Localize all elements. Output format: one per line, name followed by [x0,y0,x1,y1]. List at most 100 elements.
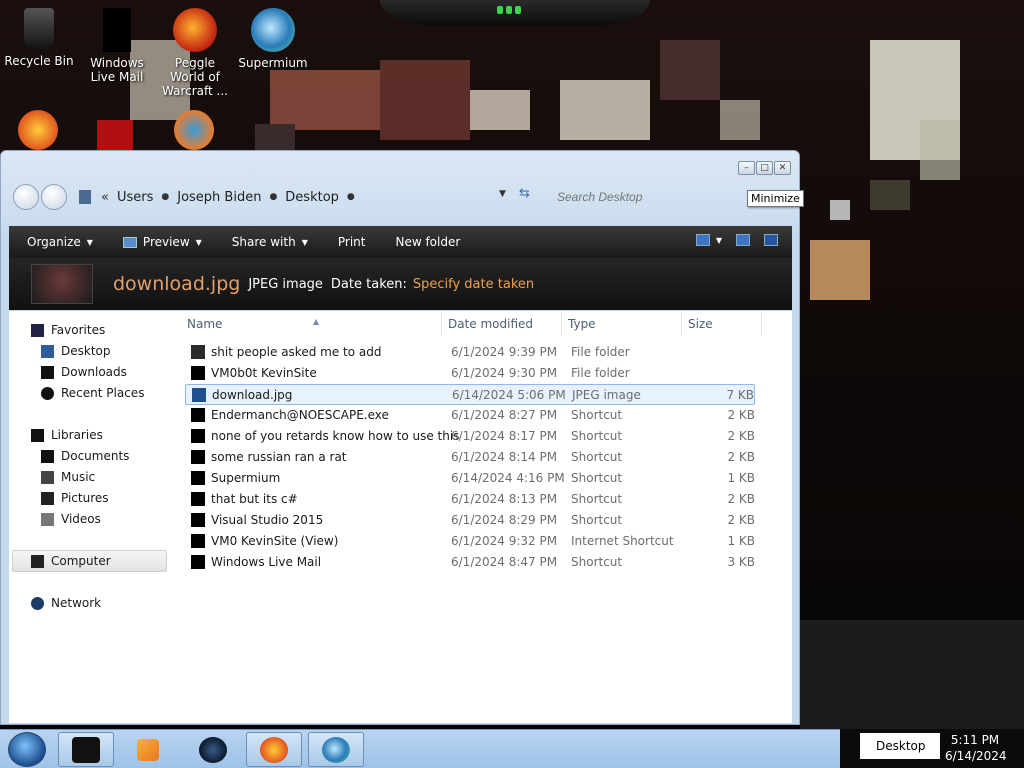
taskbar-media-player-button[interactable] [120,732,176,767]
new-folder-button[interactable]: New folder [377,235,472,249]
desktop-icon-peggle[interactable]: Peggle World of Warcraft ... [156,8,234,98]
desktop-icon-label: Recycle Bin [4,54,74,68]
print-button[interactable]: Print [320,235,378,249]
sort-ascending-icon: ▲ [313,317,320,326]
nav-favorites[interactable]: Favorites [31,323,105,337]
breadcrumb-desktop[interactable]: Desktop [277,190,347,205]
details-file-name: download.jpg [113,273,241,295]
file-date: 6/1/2024 9:32 PM [451,534,558,548]
file-row[interactable]: Endermanch@NOESCAPE.exe 6/1/2024 8:27 PM S… [185,405,755,426]
file-row[interactable]: VM0b0t KevinSite 6/1/2024 9:30 PM File fol… [185,363,755,384]
desktop-icon-supermium[interactable]: Supermium [234,8,312,70]
file-size: 2 KB [727,450,755,464]
preview-button[interactable]: Preview ▼ [105,235,214,249]
file-size: 2 KB [727,492,755,506]
internet-shortcut-icon [191,534,205,548]
nav-music[interactable]: Music [41,470,95,484]
share-with-button[interactable]: Share with ▼ [214,235,320,249]
column-divider[interactable] [681,313,682,335]
organize-button[interactable]: Organize ▼ [9,235,105,249]
desktop-icon-recycle-bin[interactable]: Recycle Bin [0,8,78,68]
file-size: 3 KB [727,555,755,569]
file-size: 1 KB [727,471,755,485]
folder-icon [191,345,205,359]
file-row-selected[interactable]: download.jpg 6/14/2024 5:06 PM JPEG image 7… [185,384,755,405]
file-row[interactable]: that but its c# 6/1/2024 8:13 PM Shortcut 2… [185,489,755,510]
recent-places-icon [41,386,54,400]
column-header-date-modified[interactable]: Date modified [448,313,560,335]
details-date-value[interactable]: Specify date taken [413,277,534,292]
change-view-icon[interactable] [695,234,710,246]
desktop-icon-browser[interactable] [166,110,222,154]
chevron-down-icon[interactable]: ▼ [716,236,722,245]
desktop-icon-firefox[interactable] [10,110,66,154]
start-button[interactable] [8,732,46,767]
nav-downloads[interactable]: Downloads [41,365,127,379]
file-size: 1 KB [727,534,755,548]
address-row: « Users ● Joseph Biden ● Desktop ● ▼ ⇆ [13,181,789,213]
file-row[interactable]: Windows Live Mail 6/1/2024 8:47 PM Shortcu… [185,552,755,573]
breadcrumb-user[interactable]: Joseph Biden [169,190,269,205]
close-button[interactable]: ✕ [774,161,791,175]
firefox-icon [18,110,58,150]
column-divider[interactable] [441,313,442,335]
nav-computer[interactable]: Computer [31,554,111,568]
preview-pane-icon[interactable] [736,234,750,246]
breadcrumb-separator[interactable]: ● [269,192,277,202]
column-header-size[interactable]: Size [688,313,758,335]
nav-documents[interactable]: Documents [41,449,129,463]
search-input[interactable] [553,185,753,209]
show-desktop-toolbar[interactable]: Desktop [860,733,940,759]
breadcrumb-overflow[interactable]: « [97,190,109,205]
chevron-down-icon: ▼ [195,237,202,247]
file-row[interactable]: some russian ran a rat 6/1/2024 8:14 PM Sh… [185,447,755,468]
taskbar-explorer-button[interactable] [58,732,114,767]
back-button[interactable] [13,184,39,210]
taskbar-firefox-button[interactable] [246,732,302,767]
file-row[interactable]: Visual Studio 2015 6/1/2024 8:29 PM Shortc… [185,510,755,531]
shortcut-icon [191,429,205,443]
maximize-button[interactable]: □ [756,161,773,175]
desktop-icon-app[interactable] [90,120,140,154]
nav-label: Music [61,470,96,484]
explorer-window: – □ ✕ « Users ● Joseph Biden ● Desktop ●… [0,150,800,725]
taskbar-supermium-button[interactable] [308,732,364,767]
column-header-name[interactable]: Name ▲ [187,313,437,335]
nav-network[interactable]: Network [31,596,101,610]
file-name: none of you retards know how to use this [211,429,460,443]
file-type: Shortcut [571,471,623,485]
minimize-button[interactable]: – [738,161,755,175]
shortcut-icon [191,513,205,527]
file-date: 6/1/2024 8:17 PM [451,429,558,443]
pictures-icon [41,491,54,505]
file-name: Supermium [211,471,281,485]
breadcrumb-users[interactable]: Users [109,190,161,205]
column-header-type[interactable]: Type [568,313,680,335]
file-row[interactable]: shit people asked me to add 6/1/2024 9:39… [185,342,755,363]
nav-desktop[interactable]: Desktop [41,344,111,358]
taskbar-clock[interactable]: 5:11 PM 6/14/2024 [945,732,1007,764]
column-divider[interactable] [761,313,762,335]
refresh-icon[interactable]: ⇆ [519,186,530,201]
help-icon[interactable] [764,234,778,246]
file-name: Visual Studio 2015 [211,513,324,527]
forward-button[interactable] [41,184,67,210]
nav-pictures[interactable]: Pictures [41,491,109,505]
file-row[interactable]: VM0 KevinSite (View) 6/1/2024 9:32 PM Inte… [185,531,755,552]
column-divider[interactable] [561,313,562,335]
file-row[interactable]: none of you retards know how to use this… [185,426,755,447]
nav-libraries[interactable]: Libraries [31,428,103,442]
taskbar-app-button[interactable] [185,732,241,767]
file-row[interactable]: Supermium 6/14/2024 4:16 PM Shortcut 1 KB [185,468,755,489]
desktop-icon-windows-live-mail[interactable]: Windows Live Mail [78,8,156,84]
music-icon [41,470,54,484]
nav-videos[interactable]: Videos [41,512,101,526]
file-date: 6/1/2024 8:29 PM [451,513,558,527]
breadcrumb-separator[interactable]: ● [347,192,355,202]
file-name: download.jpg [212,388,293,402]
address-dropdown-icon[interactable]: ▼ [499,189,506,199]
file-size: 7 KB [726,388,754,402]
nav-label: Pictures [61,491,109,505]
breadcrumb-separator[interactable]: ● [161,192,169,202]
nav-recent-places[interactable]: Recent Places [41,386,144,400]
